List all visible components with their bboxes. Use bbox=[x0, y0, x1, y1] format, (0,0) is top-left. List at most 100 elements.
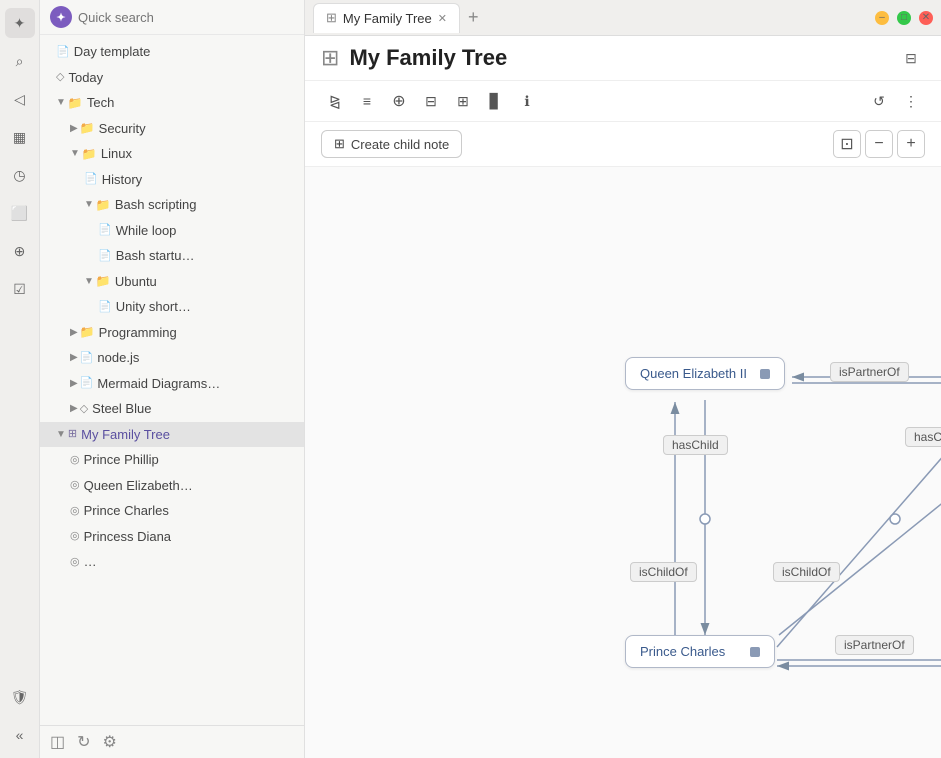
sidebar-item-bash-startup[interactable]: 📄 Bash startu… bbox=[40, 243, 304, 269]
search-bar: ✦ bbox=[40, 0, 304, 35]
chevron-right-icon[interactable]: ▶ bbox=[70, 325, 78, 340]
edge-label-haschild-right: hasChild bbox=[905, 427, 941, 447]
node-prince-charles[interactable]: Prince Charles bbox=[625, 635, 775, 668]
note-title-row: ⊞ My Family Tree bbox=[321, 45, 897, 71]
chevron-right-icon[interactable]: ▶ bbox=[70, 350, 78, 365]
close-button[interactable]: ✕ bbox=[919, 11, 933, 25]
relation-icon: ◎ bbox=[70, 503, 80, 520]
calendar-icon[interactable]: ⬜ bbox=[5, 198, 35, 228]
chart-button[interactable]: ▊ bbox=[481, 87, 509, 115]
clock-icon[interactable]: ◷ bbox=[5, 160, 35, 190]
sidebar-item-queen-elizabeth[interactable]: ◎ Queen Elizabeth… bbox=[40, 473, 304, 499]
tab-bar: ⊞ My Family Tree ✕ + – □ ✕ bbox=[305, 0, 941, 36]
shield-icon[interactable]: 🛡 bbox=[5, 682, 35, 712]
chevron-down-icon[interactable]: ▼ bbox=[56, 95, 66, 110]
tab-my-family-tree[interactable]: ⊞ My Family Tree ✕ bbox=[313, 3, 460, 33]
fit-view-button[interactable]: ⊡ bbox=[833, 130, 861, 158]
app-logo: ✦ bbox=[50, 6, 72, 28]
search-left-icon[interactable]: ⌕ bbox=[5, 46, 35, 76]
zoom-controls: ⊡ − + bbox=[833, 130, 925, 158]
sidebar-item-steel-blue[interactable]: ▶ ◇ Steel Blue bbox=[40, 396, 304, 422]
file-icon: 📄 bbox=[56, 44, 70, 61]
sidebar-item-linux[interactable]: ▼ 📁 Linux bbox=[40, 141, 304, 167]
sidebar-item-prince-phillip[interactable]: ◎ Prince Phillip bbox=[40, 447, 304, 473]
settings-bottom-icon[interactable]: ⚙ bbox=[103, 732, 117, 752]
code-icon: ◇ bbox=[80, 401, 88, 418]
tab-close-icon[interactable]: ✕ bbox=[438, 12, 447, 25]
map-icon[interactable]: ▦ bbox=[5, 122, 35, 152]
chevron-down-icon[interactable]: ▼ bbox=[56, 427, 66, 442]
file-icon: 📄 bbox=[80, 350, 94, 367]
window-controls: – □ ✕ bbox=[875, 11, 933, 25]
node-queen-elizabeth[interactable]: Queen Elizabeth II bbox=[625, 357, 785, 390]
add-icon[interactable]: ⊕ bbox=[5, 236, 35, 266]
sidebar-item-my-family-tree[interactable]: ▼ ⊞ My Family Tree bbox=[40, 422, 304, 448]
info-button[interactable]: ℹ bbox=[513, 87, 541, 115]
sidebar-item-tech[interactable]: ▼ 📁 Tech bbox=[40, 90, 304, 116]
zoom-in-button[interactable]: + bbox=[897, 130, 925, 158]
sidebar-item-ubuntu[interactable]: ▼ 📁 Ubuntu bbox=[40, 269, 304, 295]
folder-icon: 📁 bbox=[96, 272, 111, 290]
sliders-button[interactable]: ⧎ bbox=[321, 87, 349, 115]
sidebar-item-security[interactable]: ▶ 📁 Security bbox=[40, 116, 304, 142]
layers-icon[interactable]: ◫ bbox=[50, 732, 65, 752]
sidebar-item-today[interactable]: ◇ Today bbox=[40, 65, 304, 91]
content-header: ⊞ My Family Tree ⊟ bbox=[305, 36, 941, 81]
prince-charles-label: Prince Charles bbox=[640, 644, 725, 659]
sidebar-bottom-bar: ◫ ↻ ⚙ bbox=[40, 725, 304, 758]
file-icon: 📄 bbox=[80, 375, 94, 392]
map-toolbar-button[interactable]: ⊞ bbox=[449, 87, 477, 115]
chevron-right-icon[interactable]: ▶ bbox=[70, 376, 78, 391]
folder-icon: 📁 bbox=[80, 119, 95, 137]
file-icon: 📄 bbox=[98, 299, 112, 316]
add-tab-button[interactable]: + bbox=[468, 7, 479, 28]
folder-icon: 📁 bbox=[82, 145, 97, 163]
relation-icon: ◎ bbox=[70, 528, 80, 545]
sidebar-item-mermaid[interactable]: ▶ 📄 Mermaid Diagrams… bbox=[40, 371, 304, 397]
chevron-down-icon[interactable]: ▼ bbox=[70, 146, 80, 161]
note-map-icon: ⊞ bbox=[321, 45, 339, 71]
file-icon: 📄 bbox=[84, 171, 98, 188]
sidebar-item-princess-diana[interactable]: ◎ Princess Diana bbox=[40, 524, 304, 550]
relation-icon: ◎ bbox=[70, 554, 80, 571]
home-icon[interactable]: ✦ bbox=[5, 8, 35, 38]
graph-canvas[interactable]: Queen Elizabeth II Prince Phillip Prince… bbox=[305, 167, 941, 758]
chevron-right-icon[interactable]: ▶ bbox=[70, 121, 78, 136]
reload-icon[interactable]: ↻ bbox=[77, 732, 90, 752]
history-button[interactable]: ↺ bbox=[865, 87, 893, 115]
tab-map-icon: ⊞ bbox=[326, 10, 337, 26]
chevron-down-icon[interactable]: ▼ bbox=[84, 274, 94, 289]
create-child-button[interactable]: ⊞ Create child note bbox=[321, 130, 462, 158]
file-icon: 📄 bbox=[98, 248, 112, 265]
action-bar: ⊞ Create child note ⊡ − + bbox=[305, 122, 941, 167]
sidebar-item-prince-charles[interactable]: ◎ Prince Charles bbox=[40, 498, 304, 524]
sidebar-item-more[interactable]: ◎ … bbox=[40, 549, 304, 575]
more-button[interactable]: ⋮ bbox=[897, 87, 925, 115]
sidebar-item-bash-scripting[interactable]: ▼ 📁 Bash scripting bbox=[40, 192, 304, 218]
maximize-button[interactable]: □ bbox=[897, 11, 911, 25]
toolbar-right: ↺ ⋮ bbox=[865, 87, 925, 115]
sidebar-item-programming[interactable]: ▶ 📁 Programming bbox=[40, 320, 304, 346]
chevron-right-icon[interactable]: ▶ bbox=[70, 401, 78, 416]
map-icon: ⊞ bbox=[68, 426, 77, 443]
lines-button[interactable]: ≡ bbox=[353, 87, 381, 115]
sidebar-item-while-loop[interactable]: 📄 While loop bbox=[40, 218, 304, 244]
collapse-sidebar-icon[interactable]: « bbox=[5, 720, 35, 750]
list-add-button[interactable]: ⊕ bbox=[385, 87, 413, 115]
sidebar-item-history[interactable]: 📄 History bbox=[40, 167, 304, 193]
search-input[interactable] bbox=[78, 10, 294, 25]
table-button[interactable]: ⊟ bbox=[417, 87, 445, 115]
toggle-sidebar-button[interactable]: ⊟ bbox=[897, 44, 925, 72]
folder-icon: 📁 bbox=[80, 323, 95, 341]
edge-label-ispartnerof-bottom: isPartnerOf bbox=[835, 635, 914, 655]
sidebar-tree: 📄 Day template ◇ Today ▼ 📁 Tech ▶ 📁 Secu… bbox=[40, 35, 304, 725]
file-icon: 📄 bbox=[98, 222, 112, 239]
minimize-button[interactable]: – bbox=[875, 11, 889, 25]
sidebar-item-unity-shortcuts[interactable]: 📄 Unity short… bbox=[40, 294, 304, 320]
zoom-out-button[interactable]: − bbox=[865, 130, 893, 158]
check-icon[interactable]: ☑ bbox=[5, 274, 35, 304]
bookmark-icon[interactable]: ◁ bbox=[5, 84, 35, 114]
sidebar-item-day-template[interactable]: 📄 Day template bbox=[40, 39, 304, 65]
chevron-down-icon[interactable]: ▼ bbox=[84, 197, 94, 212]
sidebar-item-nodejs[interactable]: ▶ 📄 node.js bbox=[40, 345, 304, 371]
